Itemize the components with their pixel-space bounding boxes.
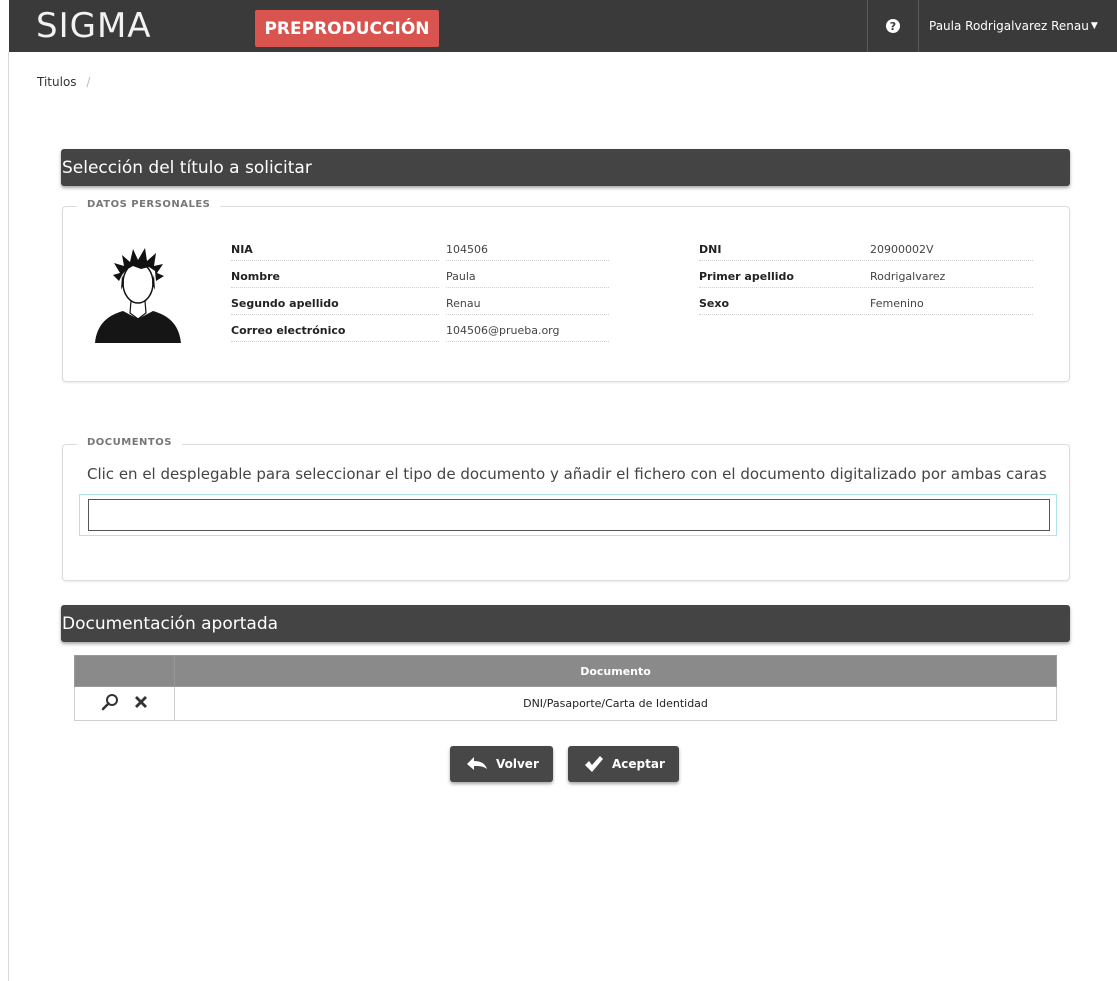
field-label: Segundo apellido: [231, 296, 339, 310]
field-value: 20900002V: [870, 242, 934, 256]
delete-x-icon[interactable]: [133, 694, 149, 710]
user-menu[interactable]: Paula Rodrigalvarez Renau ▼: [929, 0, 1098, 52]
column-header-actions: [74, 655, 175, 687]
personal-data-fieldset: DATOS PERSONALES NIA 104506 Nombre Paula…: [62, 199, 1070, 382]
field-nombre: Nombre: [231, 265, 439, 288]
field-nia: NIA: [231, 238, 439, 261]
table-header-row: Documento: [74, 655, 1057, 687]
left-rule: [8, 52, 9, 981]
field-value: 104506: [446, 242, 488, 256]
documents-hint: Clic en el desplegable para seleccionar …: [87, 465, 1047, 483]
field-label: NIA: [231, 242, 253, 256]
field-value: Rodrigalvarez: [870, 269, 946, 283]
user-avatar-icon: [95, 248, 181, 343]
section-title-bar: Selección del título a solicitar: [61, 149, 1070, 186]
accept-button[interactable]: Aceptar: [568, 746, 679, 782]
field-label: Correo electrónico: [231, 323, 346, 337]
undo-arrow-icon: [467, 757, 487, 770]
view-search-icon[interactable]: [101, 693, 119, 711]
back-button-label: Volver: [496, 757, 539, 771]
field-correo-value-cell: 104506@prueba.org: [446, 319, 609, 342]
field-segundo-apellido-value-cell: Renau: [446, 292, 609, 315]
user-name: Paula Rodrigalvarez Renau: [929, 19, 1089, 33]
field-dni-value-cell: 20900002V: [870, 238, 1033, 261]
field-value: Renau: [446, 296, 481, 310]
field-label: DNI: [699, 242, 722, 256]
field-segundo-apellido: Segundo apellido: [231, 292, 439, 315]
column-header-documento: Documento: [174, 655, 1057, 687]
help-icon: ?: [886, 19, 900, 33]
field-nombre-value-cell: Paula: [446, 265, 609, 288]
help-button[interactable]: ?: [867, 0, 919, 52]
field-value: Paula: [446, 269, 476, 283]
caret-down-icon: ▼: [1090, 21, 1098, 31]
checkmark-icon: [585, 756, 603, 772]
app-logo[interactable]: SIGMA: [36, 6, 152, 46]
document-type-select[interactable]: [79, 494, 1057, 536]
document-type-select-inner[interactable]: [88, 499, 1050, 531]
breadcrumb-separator: /: [86, 75, 91, 89]
field-value: 104506@prueba.org: [446, 323, 560, 337]
field-value: Femenino: [870, 296, 924, 310]
personal-data-legend: DATOS PERSONALES: [77, 199, 221, 210]
field-label: Nombre: [231, 269, 280, 283]
document-name-cell: DNI/Pasaporte/Carta de Identidad: [174, 686, 1057, 721]
provided-docs-title-bar: Documentación aportada: [61, 605, 1070, 642]
field-primer-apellido-value-cell: Rodrigalvarez: [870, 265, 1033, 288]
accept-button-label: Aceptar: [612, 757, 665, 771]
field-label: Sexo: [699, 296, 730, 310]
navbar-edge: [0, 0, 9, 52]
provided-docs-table: Documento DNI/Pasaporte/Carta de Identid…: [74, 655, 1057, 721]
top-navbar: SIGMA PREPRODUCCIÓN ? Paula Rodrigalvare…: [0, 0, 1117, 52]
breadcrumb-item-titulos[interactable]: Titulos: [37, 75, 77, 89]
field-label: Primer apellido: [699, 269, 794, 283]
provided-docs-title: Documentación aportada: [62, 613, 279, 634]
row-actions: [74, 686, 175, 721]
documents-legend: DOCUMENTOS: [77, 437, 182, 448]
table-row: DNI/Pasaporte/Carta de Identidad: [74, 686, 1057, 721]
field-sexo-value-cell: Femenino: [870, 292, 1033, 315]
section-title: Selección del título a solicitar: [62, 157, 312, 178]
documents-fieldset: DOCUMENTOS Clic en el desplegable para s…: [62, 437, 1070, 581]
back-button[interactable]: Volver: [450, 746, 553, 782]
environment-badge: PREPRODUCCIÓN: [255, 10, 439, 47]
breadcrumb: Titulos /: [37, 75, 90, 89]
field-correo: Correo electrónico: [231, 319, 439, 342]
field-nia-value-cell: 104506: [446, 238, 609, 261]
